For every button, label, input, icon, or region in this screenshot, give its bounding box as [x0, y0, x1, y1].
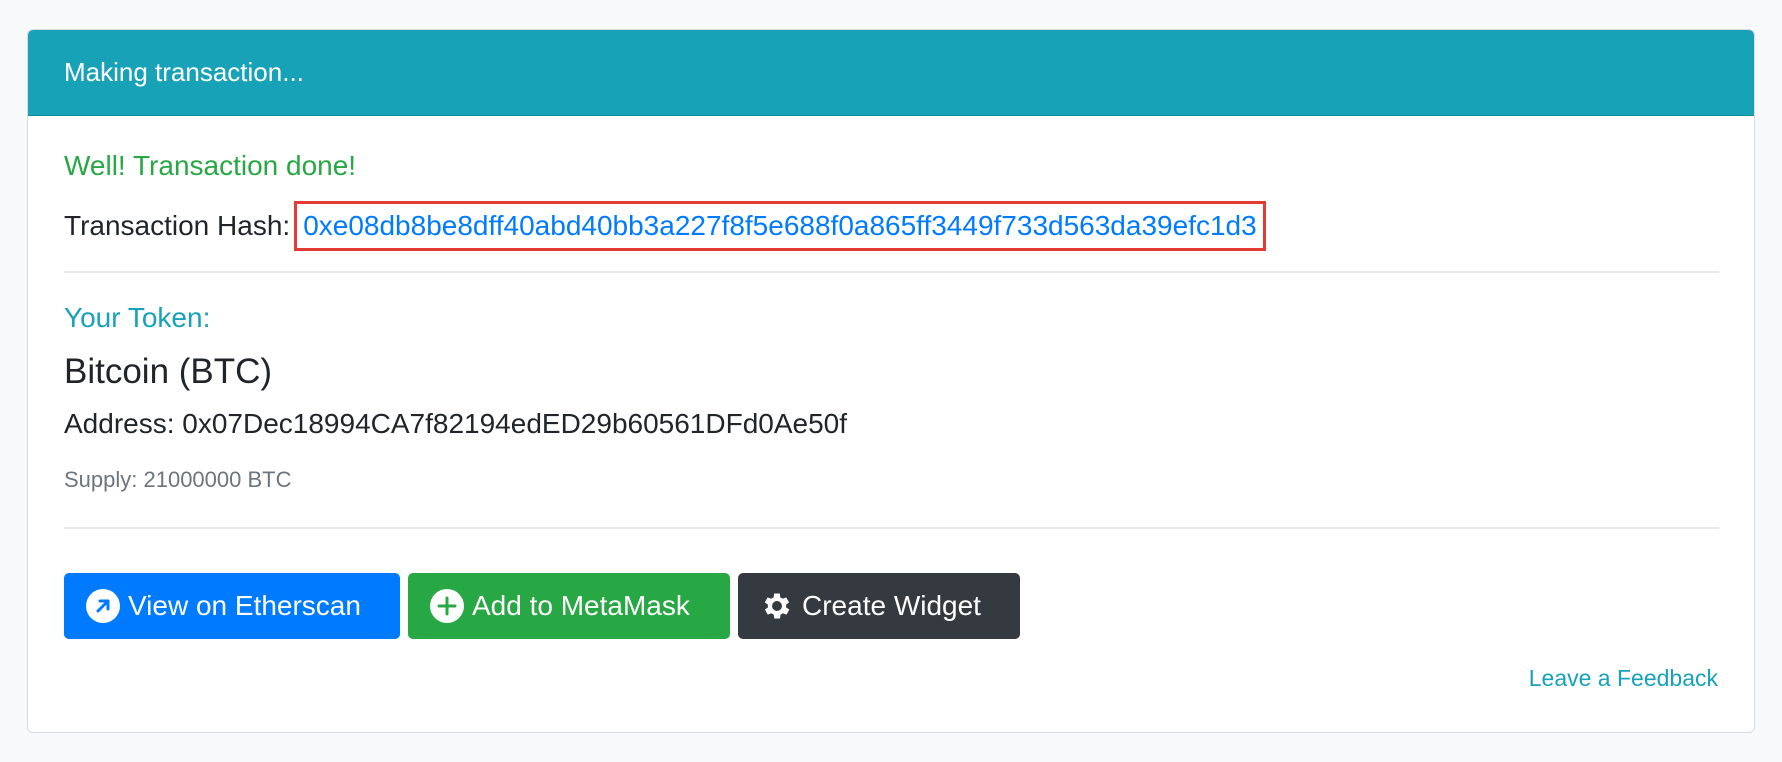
- create-widget-button[interactable]: Create Widget: [738, 573, 1020, 639]
- token-section-label: Your Token:: [64, 302, 211, 333]
- divider: [64, 527, 1719, 529]
- card-body: Well! Transaction done! Transaction Hash…: [28, 116, 1754, 732]
- create-widget-label: Create Widget: [802, 590, 981, 621]
- transaction-hash-link[interactable]: 0xe08db8be8dff40abd40bb3a227f8f5e688f0a8…: [294, 201, 1266, 251]
- transaction-hash-label: Transaction Hash:: [64, 210, 291, 241]
- gear-icon: [760, 589, 794, 623]
- add-to-metamask-button[interactable]: Add to MetaMask: [408, 573, 730, 639]
- token-supply: Supply: 21000000 BTC: [64, 467, 292, 492]
- divider: [64, 271, 1719, 273]
- plus-circle-icon: [430, 589, 464, 623]
- transaction-hash-row: Transaction Hash: 0xe08db8be8dff40abd40b…: [64, 201, 1266, 251]
- view-on-etherscan-button[interactable]: View on Etherscan: [64, 573, 400, 639]
- external-link-circle-icon: [86, 589, 120, 623]
- header-title: Making transaction...: [64, 57, 304, 87]
- success-message: Well! Transaction done!: [64, 150, 357, 181]
- token-address: Address: 0x07Dec18994CA7f82194edED29b605…: [64, 408, 848, 439]
- leave-feedback-link[interactable]: Leave a Feedback: [1529, 665, 1718, 692]
- card-header: Making transaction...: [28, 30, 1754, 116]
- view-on-etherscan-label: View on Etherscan: [128, 590, 361, 621]
- transaction-card: Making transaction... Well! Transaction …: [27, 29, 1755, 733]
- token-name: Bitcoin (BTC): [64, 352, 273, 391]
- add-to-metamask-label: Add to MetaMask: [472, 590, 690, 621]
- action-buttons: View on Etherscan Add to MetaMask Create…: [64, 573, 1020, 639]
